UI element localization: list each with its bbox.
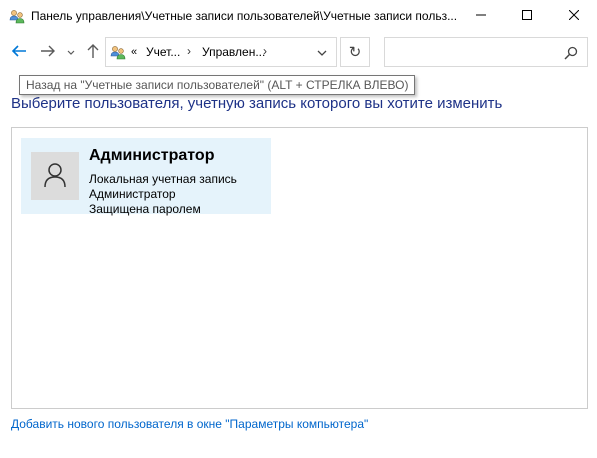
title-bar: Панель управления\Учетные записи пользов… xyxy=(0,0,597,32)
forward-button[interactable] xyxy=(38,42,58,62)
arrow-left-icon xyxy=(11,44,27,61)
user-avatar-icon xyxy=(43,162,67,191)
up-button[interactable] xyxy=(83,42,103,62)
search-input[interactable] xyxy=(389,42,559,62)
avatar xyxy=(31,152,79,200)
chevron-down-icon xyxy=(67,45,75,59)
users-control-panel-icon xyxy=(9,8,25,24)
back-button[interactable] xyxy=(9,42,29,62)
maximize-button[interactable] xyxy=(504,0,550,32)
minimize-button[interactable] xyxy=(458,0,504,32)
search-icon[interactable] xyxy=(564,46,578,60)
arrow-up-icon xyxy=(86,43,100,62)
navigation-bar: « Учет... › Управлен... › ↻ xyxy=(0,32,597,72)
maximize-icon xyxy=(522,9,532,23)
minimize-icon xyxy=(476,9,486,23)
user-role: Администратор xyxy=(89,187,176,201)
close-button[interactable] xyxy=(550,0,597,32)
refresh-button[interactable]: ↻ xyxy=(340,37,370,67)
address-overflow-button[interactable]: « xyxy=(131,46,137,58)
search-box[interactable] xyxy=(384,37,588,67)
address-bar[interactable]: « Учет... › Управлен... › xyxy=(105,37,337,67)
user-account-type: Локальная учетная запись xyxy=(89,172,237,186)
page-title: Выберите пользователя, учетную запись ко… xyxy=(11,95,503,112)
breadcrumb-separator[interactable]: › xyxy=(263,44,267,58)
recent-locations-button[interactable] xyxy=(64,42,78,62)
refresh-icon: ↻ xyxy=(348,44,362,61)
chevron-down-icon[interactable] xyxy=(316,47,328,59)
arrow-right-icon xyxy=(40,44,56,61)
breadcrumb-separator[interactable]: › xyxy=(187,44,191,58)
user-password-status: Защищена паролем xyxy=(89,202,201,216)
add-user-link[interactable]: Добавить нового пользователя в окне "Пар… xyxy=(11,417,368,431)
breadcrumb-segment-manage[interactable]: Управлен... xyxy=(202,45,265,59)
back-tooltip: Назад на "Учетные записи пользователей" … xyxy=(19,75,416,95)
user-tile-administrator[interactable]: Администратор Локальная учетная запись А… xyxy=(21,138,271,216)
user-list-panel: Администратор Локальная учетная запись А… xyxy=(11,127,588,409)
user-name: Администратор xyxy=(89,147,215,164)
users-control-panel-icon xyxy=(110,44,126,60)
breadcrumb-segment-accounts[interactable]: Учет... xyxy=(146,45,180,59)
window-title: Панель управления\Учетные записи пользов… xyxy=(31,9,458,23)
close-icon xyxy=(568,9,579,23)
